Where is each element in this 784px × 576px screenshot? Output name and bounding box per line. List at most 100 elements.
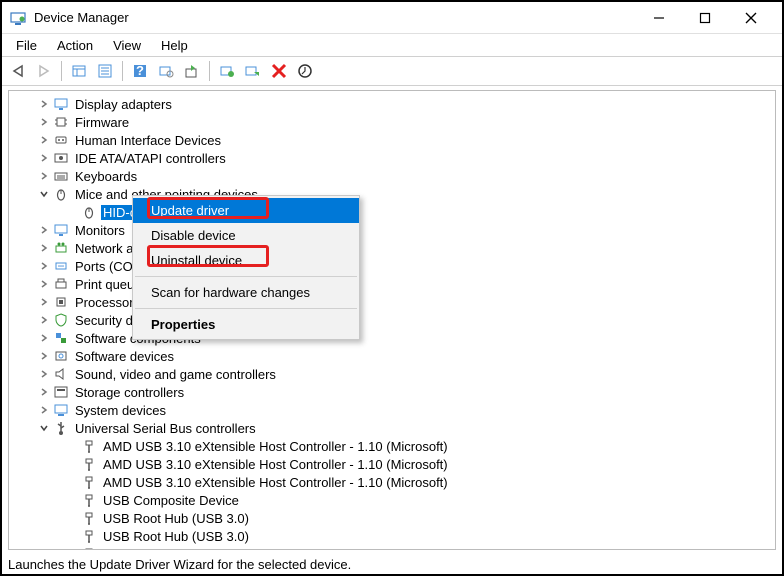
usbctl-icon [81,438,97,454]
port-icon [53,258,69,274]
tree-item[interactable]: AMD USB 3.10 eXtensible Host Controller … [9,473,775,491]
maximize-button[interactable] [682,3,728,33]
tree-item[interactable]: Universal Serial Bus controllers [9,419,775,437]
tree-item[interactable]: AMD USB 3.10 eXtensible Host Controller … [9,455,775,473]
expand-arrow-icon[interactable] [37,115,51,129]
tree-item-label: AMD USB 3.10 eXtensible Host Controller … [101,457,450,472]
expand-arrow-icon[interactable] [37,133,51,147]
tree-item-label: USB Root Hub (USB 3.0) [101,547,251,551]
expand-arrow-icon[interactable] [37,97,51,111]
close-button[interactable] [728,3,774,33]
tree-item[interactable]: AMD USB 3.10 eXtensible Host Controller … [9,437,775,455]
context-menu-item[interactable]: Properties [133,312,359,337]
tree-item[interactable]: Firmware [9,113,775,131]
expand-arrow-icon[interactable] [37,169,51,183]
add-legacy-button[interactable] [293,59,317,83]
disable-button[interactable] [241,59,265,83]
context-menu-item[interactable]: Scan for hardware changes [133,280,359,305]
expand-arrow-icon[interactable] [37,187,51,201]
tree-item[interactable]: Display adapters [9,95,775,113]
toolbar-separator [61,61,62,81]
device-tree[interactable]: Display adaptersFirmwareHuman Interface … [8,90,776,550]
menu-help[interactable]: Help [153,36,196,55]
hid-icon [53,132,69,148]
tree-item-label: AMD USB 3.10 eXtensible Host Controller … [101,439,450,454]
tree-item[interactable]: HID-com [9,203,775,221]
expand-arrow-icon[interactable] [37,277,51,291]
statusbar-text: Launches the Update Driver Wizard for th… [8,557,351,572]
context-menu-item[interactable]: Uninstall device [133,248,359,273]
tree-item[interactable]: Software devices [9,347,775,365]
monitor-icon [53,222,69,238]
tree-item-label: Display adapters [73,97,174,112]
expand-arrow-icon [65,457,79,471]
tree-item[interactable]: Software components [9,329,775,347]
cpu-icon [53,294,69,310]
component-icon [53,330,69,346]
tree-item-label: USB Root Hub (USB 3.0) [101,529,251,544]
expand-arrow-icon[interactable] [37,403,51,417]
usbctl-icon [81,456,97,472]
properties-button[interactable] [93,59,117,83]
tree-item[interactable]: Processors [9,293,775,311]
chip-icon [53,114,69,130]
show-hide-console-button[interactable] [67,59,91,83]
display-icon [53,96,69,112]
expand-arrow-icon[interactable] [37,259,51,273]
tree-item[interactable]: USB Root Hub (USB 3.0) [9,545,775,550]
expand-arrow-icon[interactable] [37,151,51,165]
tree-item-label: USB Composite Device [101,493,241,508]
menu-view[interactable]: View [105,36,149,55]
tree-item[interactable]: IDE ATA/ATAPI controllers [9,149,775,167]
remove-button[interactable] [267,59,291,83]
forward-button[interactable] [32,59,56,83]
tree-item[interactable]: Print queue [9,275,775,293]
menu-file[interactable]: File [8,36,45,55]
tree-item[interactable]: Mice and other pointing devices [9,185,775,203]
tree-item[interactable]: System devices [9,401,775,419]
help-button[interactable]: ? [128,59,152,83]
tree-item-label: Storage controllers [73,385,186,400]
tree-item[interactable]: USB Composite Device [9,491,775,509]
system-icon [53,402,69,418]
tree-item[interactable]: Storage controllers [9,383,775,401]
tree-item[interactable]: Human Interface Devices [9,131,775,149]
usbctl-icon [81,546,97,550]
mouse-icon [81,204,97,220]
tree-item[interactable]: USB Root Hub (USB 3.0) [9,509,775,527]
expand-arrow-icon[interactable] [37,331,51,345]
expand-arrow-icon[interactable] [37,385,51,399]
tree-item[interactable]: Network ad [9,239,775,257]
ide-icon [53,150,69,166]
tree-item[interactable]: Ports (COM [9,257,775,275]
expand-arrow-icon[interactable] [37,295,51,309]
tree-item[interactable]: Sound, video and game controllers [9,365,775,383]
expand-arrow-icon[interactable] [37,313,51,327]
scan-hardware-button[interactable] [154,59,178,83]
app-icon [10,10,26,26]
menu-action[interactable]: Action [49,36,101,55]
minimize-button[interactable] [636,3,682,33]
storage-icon [53,384,69,400]
svg-text:?: ? [136,63,144,78]
printer-icon [53,276,69,292]
expand-arrow-icon[interactable] [37,349,51,363]
titlebar: Device Manager [2,2,782,34]
context-menu-item[interactable]: Update driver [133,198,359,223]
expand-arrow-icon[interactable] [37,367,51,381]
usbctl-icon [81,474,97,490]
expand-arrow-icon[interactable] [37,421,51,435]
tree-item[interactable]: Monitors [9,221,775,239]
toolbar-separator [122,61,123,81]
context-menu-item[interactable]: Disable device [133,223,359,248]
softdev-icon [53,348,69,364]
tree-item[interactable]: USB Root Hub (USB 3.0) [9,527,775,545]
uninstall-button[interactable] [215,59,239,83]
toolbar: ? [2,56,782,86]
tree-item[interactable]: Keyboards [9,167,775,185]
expand-arrow-icon[interactable] [37,241,51,255]
expand-arrow-icon[interactable] [37,223,51,237]
update-driver-button[interactable] [180,59,204,83]
tree-item[interactable]: Security de [9,311,775,329]
back-button[interactable] [6,59,30,83]
